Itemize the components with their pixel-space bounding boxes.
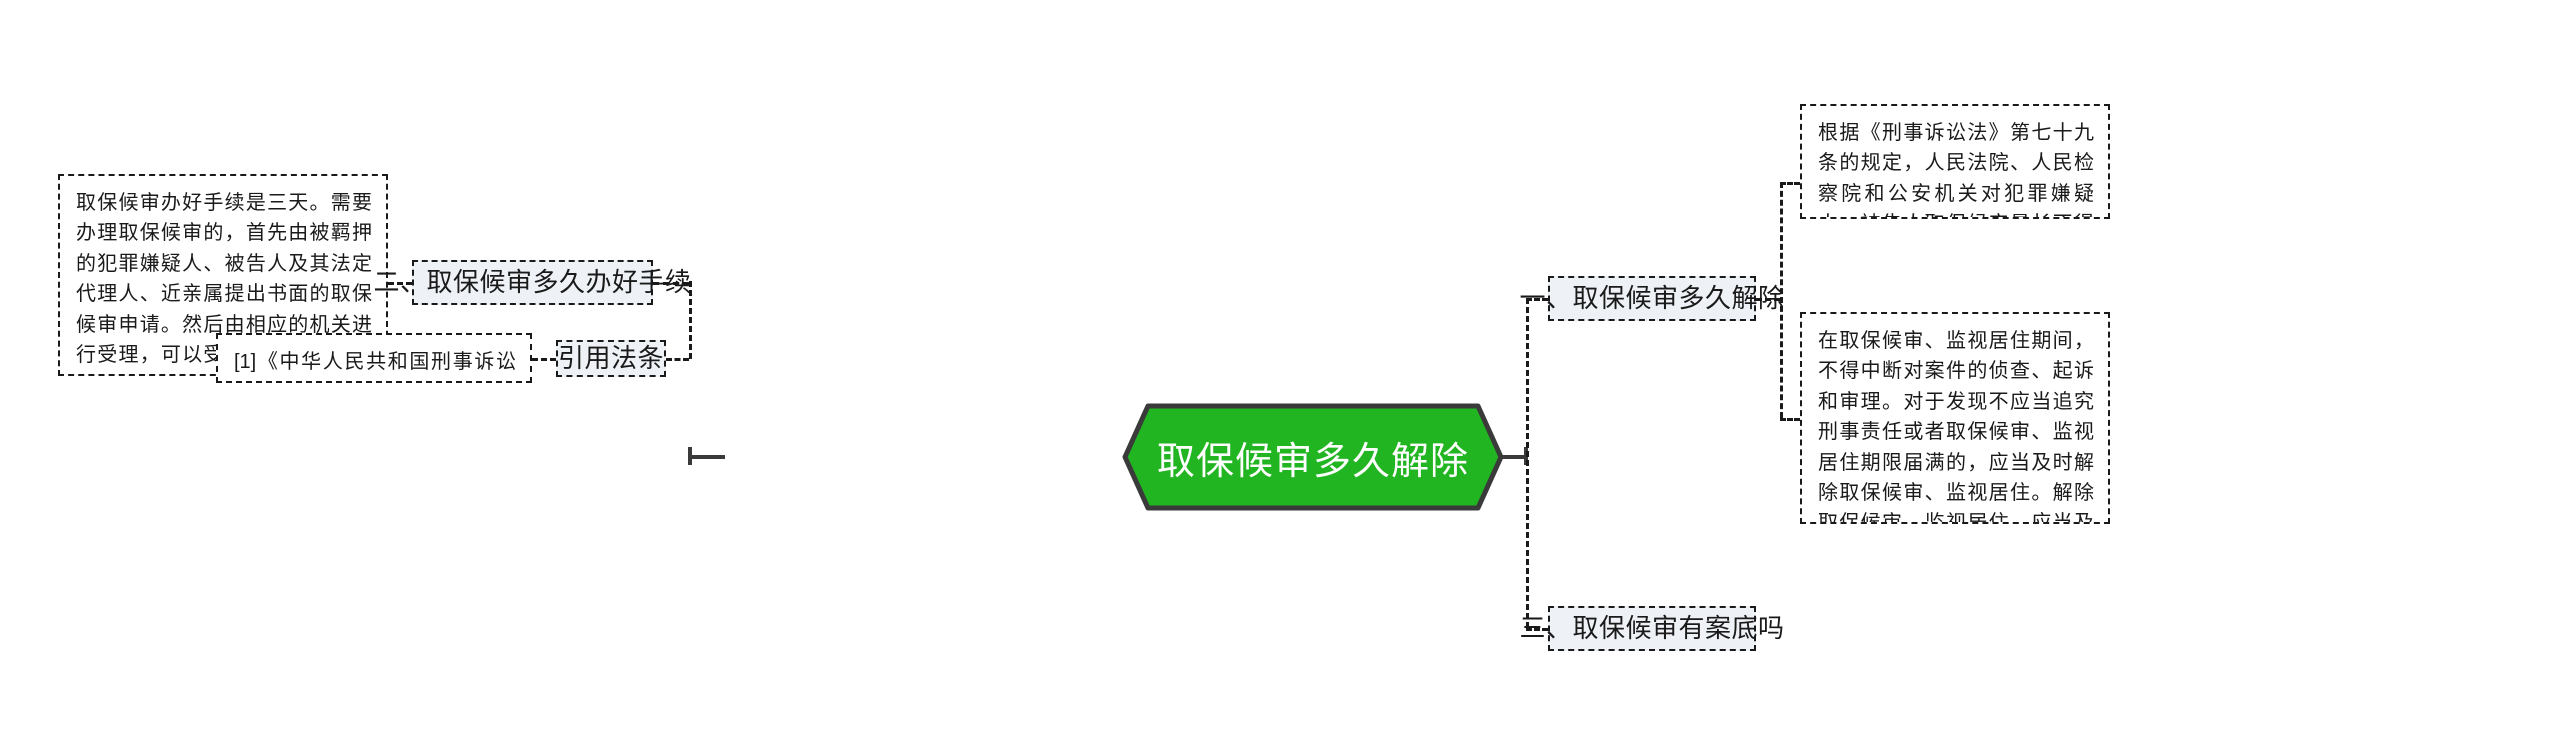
right-spine (1526, 298, 1529, 628)
connector-node-citation-to-left-spine (666, 358, 689, 361)
connector-left-spine-to-center (689, 455, 725, 459)
branch-node-legal-citation[interactable]: 引用法条 (556, 340, 666, 377)
detail-box-release-duration-statute: 根据《刑事诉讼法》第七十九条的规定，人民法院、人民检察院和公安机关对犯罪嫌疑人、… (1800, 104, 2110, 219)
connector-node-one-to-sub-spine (1756, 298, 1780, 301)
branch-node-procedure-duration[interactable]: 二、取保候审多久办好手续 (374, 260, 691, 305)
right-sub-spine (1780, 182, 1783, 418)
detail-box-legal-citation: [1]《中华人民共和国刑事诉讼法》 第七十九条 (216, 333, 532, 383)
center-node-root[interactable]: 取保候审多久解除 (1122, 403, 1504, 511)
mindmap-canvas: 取保候审办好手续是三天。需要办理取保候审的，首先由被羁押的犯罪嫌疑人、被告人及其… (0, 0, 2560, 754)
connector-leaf-citation-to-node-citation (532, 358, 556, 361)
left-spine-tick (688, 447, 692, 465)
left-spine (689, 281, 692, 359)
branch-node-criminal-record[interactable]: 三、取保候审有案底吗 (1520, 606, 1784, 651)
connector-sub-spine-to-detail-one-b (1780, 418, 1800, 421)
connector-node-two-to-left-spine (653, 282, 689, 285)
connector-center-to-right-spine (1500, 455, 1526, 459)
hexagon-svg (1122, 403, 1504, 511)
hexagon-shape (1122, 403, 1504, 511)
branch-node-release-duration[interactable]: 一、取保候审多久解除 (1520, 276, 1784, 321)
connector-sub-spine-to-detail-one-a (1780, 182, 1800, 185)
detail-box-release-duration-procedure: 在取保候审、监视居住期间，不得中断对案件的侦查、起诉和审理。对于发现不应当追究刑… (1800, 312, 2110, 524)
